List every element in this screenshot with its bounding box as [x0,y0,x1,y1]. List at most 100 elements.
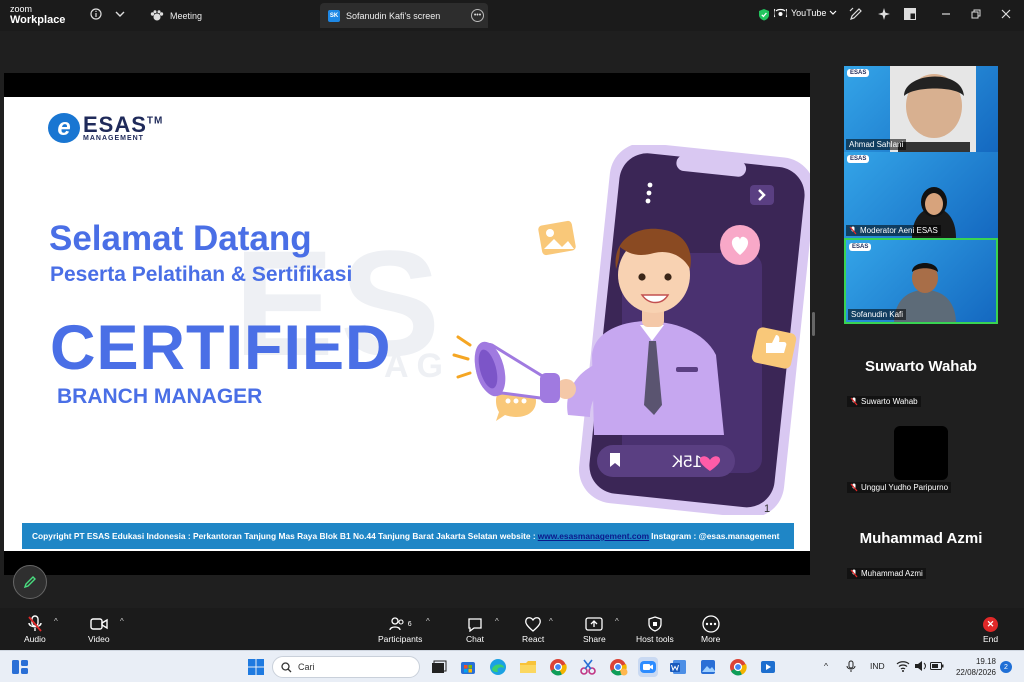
footer-website-link[interactable]: www.esasmanagement.com [538,531,649,541]
video-button[interactable]: Video [88,614,110,644]
chat-button[interactable]: Chat [466,614,484,644]
widgets-icon[interactable] [10,657,30,677]
minimize-icon[interactable] [938,6,954,22]
clock-date: 22/08/2026 [955,668,996,677]
more-icon [702,615,720,633]
share-options-caret[interactable]: ^ [615,617,619,626]
chevron-down-icon[interactable] [112,6,128,22]
view-layout-icon[interactable] [902,6,918,22]
video-options-caret[interactable]: ^ [120,617,124,626]
esas-logo: e ESASTM MANAGEMENT [48,113,163,143]
meeting-toolbar: Audio ^ Video ^ 6 Participants ^ Chat ^ … [0,608,1024,650]
restore-icon[interactable] [968,6,984,22]
start-icon[interactable] [246,657,266,677]
mic-muted-icon [850,397,858,406]
youtube-stream-menu[interactable]: YouTube [774,8,837,18]
slide-title: Selamat Datang [49,219,312,258]
volume-icon[interactable] [914,660,928,672]
notification-badge[interactable]: 2 [1000,661,1012,673]
more-button[interactable]: More [701,614,720,644]
tab-meeting[interactable]: Meeting [142,3,210,28]
close-icon[interactable] [998,6,1014,22]
ai-companion-icon[interactable] [876,6,892,22]
presentation-slide: ES AG e ESASTM MANAGEMENT Selamat Datang… [4,97,810,551]
title-bar: zoom Workplace Meeting SK Sofanudin Kafi… [0,0,1024,31]
task-view-icon[interactable] [428,657,448,677]
participant-name: Muhammad Azmi [847,568,926,579]
user-badge: SK [328,9,340,22]
slide-subtitle: Peserta Pelatihan & Sertifikasi [50,263,353,286]
footer-copyright: Copyright PT ESAS Edukasi Indonesia : Pe… [32,531,536,541]
react-options-caret[interactable]: ^ [549,617,553,626]
panel-resize-handle[interactable] [812,312,815,336]
youtube-label: YouTube [791,8,827,18]
edge-icon[interactable] [488,657,508,677]
meeting-icon [150,9,164,20]
more-options-icon[interactable]: ••• [471,9,484,22]
participant-tile[interactable]: ESAS Ahmad Sahlani [844,66,998,152]
participant-display-name: Muhammad Azmi [859,530,983,547]
chrome-profile-icon[interactable] [608,657,628,677]
esas-logo-mark: e [48,113,80,143]
word-icon[interactable] [668,657,688,677]
tile-logo: ESAS [847,155,870,163]
language-indicator[interactable]: IND [870,661,885,671]
wifi-icon[interactable] [896,660,910,672]
participant-display-name: Suwarto Wahab [865,358,977,375]
chat-options-caret[interactable]: ^ [495,617,499,626]
shield-icon[interactable] [756,6,772,22]
audio-options-caret[interactable]: ^ [54,617,58,626]
photos-icon[interactable] [698,657,718,677]
snipping-tool-icon[interactable] [578,657,598,677]
footer-instagram: Instagram : @esas.management [651,531,780,541]
clock[interactable]: 19.18 22/08/2026 [950,656,996,678]
slide-role: BRANCH MANAGER [57,385,263,408]
shield-icon [648,616,662,632]
chrome-icon-alt[interactable] [728,657,748,677]
participant-tile-active-speaker[interactable]: ESAS Sofanudin Kafi [844,238,998,324]
file-explorer-icon[interactable] [518,657,538,677]
slide-headline: CERTIFIED [50,313,392,383]
react-button[interactable]: React [522,614,544,644]
audio-button[interactable]: Audio [24,614,46,644]
battery-icon[interactable] [930,661,944,671]
tile-logo: ESAS [849,243,872,251]
annotate-pen-button[interactable] [13,565,47,599]
tray-overflow-icon[interactable]: ^ [824,661,828,671]
shared-screen-area: ES AG e ESASTM MANAGEMENT Selamat Datang… [4,73,810,575]
tab-shared-screen[interactable]: SK Sofanudin Kafi's screen ••• [320,3,488,28]
chevron-down-icon [829,10,837,15]
phone-illustration: 15K [452,145,810,515]
participant-name: Ahmad Sahlani [846,139,907,150]
info-icon[interactable] [88,6,104,22]
zoom-app-icon[interactable] [638,657,658,677]
chrome-icon[interactable] [548,657,568,677]
participant-name: Sofanudin Kafi [848,309,907,320]
participants-button[interactable]: 6 Participants [378,614,422,644]
participants-options-caret[interactable]: ^ [426,617,430,626]
share-button[interactable]: Share [583,614,606,644]
mic-muted-icon [850,569,858,578]
video-camera-icon [90,618,108,630]
mic-muted-icon [849,226,857,235]
end-meeting-button[interactable]: ✕ End [983,614,998,644]
annotate-icon[interactable] [848,6,864,22]
clock-time: 19.18 [975,657,996,666]
chat-icon [468,617,482,632]
participant-name: Moderator Aeni ESAS [846,225,941,236]
youtube-icon [774,8,787,18]
search-icon [281,661,292,672]
slide-page-number: 1 [764,503,771,515]
microsoft-store-icon[interactable] [458,657,478,677]
media-player-icon[interactable] [758,657,778,677]
pencil-icon [23,576,36,589]
zoom-window: zoom Workplace Meeting SK Sofanudin Kafi… [0,0,1024,682]
end-icon: ✕ [983,616,999,632]
participant-tile[interactable]: ESAS Moderator Aeni ESAS [844,152,998,238]
participants-count: 6 [407,620,412,628]
host-tools-button[interactable]: Host tools [636,614,674,644]
participant-avatar [894,426,948,480]
tab-label: Meeting [170,10,203,21]
taskbar-search[interactable]: Cari [272,656,420,678]
mic-icon[interactable] [846,660,856,673]
